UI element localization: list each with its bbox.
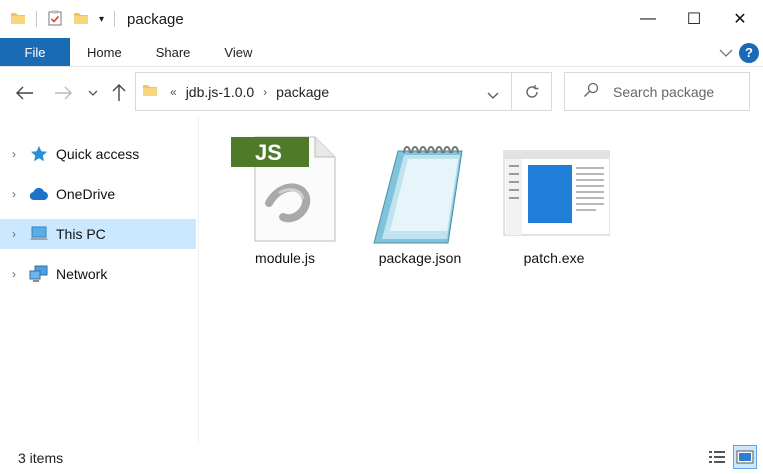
search-input[interactable]: [613, 83, 753, 100]
search-icon: [583, 82, 599, 101]
view-switcher: [705, 445, 757, 469]
tab-file[interactable]: File: [0, 38, 70, 66]
ribbon-tabs: File Home Share View ?: [0, 38, 763, 67]
chevron-down-icon: [88, 90, 98, 96]
large-icons-view-button[interactable]: [733, 445, 757, 469]
recent-locations-button[interactable]: [84, 80, 102, 106]
file-item[interactable]: package.json: [360, 130, 480, 275]
expand-ribbon-chevron-icon[interactable]: [719, 45, 733, 61]
file-item[interactable]: JS module.js: [225, 130, 345, 275]
breadcrumb-overflow[interactable]: «: [170, 85, 177, 99]
breadcrumb-item[interactable]: package: [276, 84, 329, 100]
toolbar-separator: [36, 11, 37, 27]
ribbon-right-controls: ?: [719, 38, 759, 67]
toolbar-separator: [114, 11, 116, 27]
search-box[interactable]: [564, 72, 753, 111]
address-bar[interactable]: « jdb.js-1.0.0 › package: [135, 72, 512, 111]
chevron-right-icon[interactable]: ›: [0, 227, 28, 241]
title-bar: ▾ package — ☐ ✕: [0, 0, 763, 38]
file-name: patch.exe: [523, 250, 585, 266]
file-name: package.json: [378, 250, 462, 266]
details-view-icon: [709, 451, 725, 463]
address-dropdown-icon[interactable]: [487, 87, 499, 103]
navigation-pane: › Quick access › OneDrive › This PC › Ne…: [0, 117, 199, 442]
refresh-icon: [525, 84, 538, 98]
nav-item-this-pc[interactable]: › This PC: [0, 219, 196, 249]
computer-icon: [28, 225, 50, 243]
breadcrumb-item[interactable]: jdb.js-1.0.0: [186, 84, 254, 100]
details-view-button[interactable]: [705, 445, 729, 469]
help-button[interactable]: ?: [739, 42, 759, 63]
close-button[interactable]: ✕: [717, 0, 763, 38]
network-icon: [28, 265, 50, 283]
chevron-right-icon[interactable]: ›: [0, 147, 28, 161]
up-arrow-icon: [112, 84, 126, 101]
forward-button[interactable]: [50, 80, 76, 106]
window-title: package: [127, 10, 184, 28]
nav-item-network[interactable]: › Network: [0, 259, 196, 289]
maximize-button[interactable]: ☐: [671, 0, 717, 38]
nav-item-onedrive[interactable]: › OneDrive: [0, 179, 196, 209]
forward-arrow-icon: [55, 86, 72, 100]
large-icons-view-icon: [736, 450, 754, 464]
folder-icon: [142, 83, 158, 100]
window-controls: — ☐ ✕: [625, 0, 763, 38]
back-button[interactable]: [12, 80, 38, 106]
tab-home[interactable]: Home: [70, 38, 139, 66]
properties-check-icon[interactable]: [47, 10, 63, 29]
file-item[interactable]: patch.exe: [494, 130, 614, 275]
exe-app-icon: [494, 130, 614, 248]
cloud-icon: [28, 185, 50, 203]
nav-item-label: Quick access: [56, 146, 140, 162]
nav-item-label: Network: [56, 266, 108, 282]
chevron-right-icon[interactable]: ›: [0, 187, 28, 201]
quick-access-toolbar: ▾: [10, 10, 121, 29]
customize-toolbar-dropdown-icon[interactable]: ▾: [99, 14, 104, 25]
notepad-icon: [360, 130, 480, 248]
new-folder-icon[interactable]: [73, 11, 89, 28]
back-arrow-icon: [16, 86, 33, 100]
nav-item-quick-access[interactable]: › Quick access: [0, 139, 196, 169]
nav-item-label: OneDrive: [56, 186, 116, 202]
star-icon: [28, 145, 50, 163]
item-count: 3 items: [18, 450, 64, 466]
folder-icon: [10, 11, 26, 28]
js-file-icon: JS: [225, 130, 345, 248]
status-bar: 3 items: [0, 442, 763, 474]
tab-share[interactable]: Share: [139, 38, 208, 66]
nav-item-label: This PC: [56, 226, 106, 242]
js-badge-text: JS: [255, 140, 282, 165]
up-button[interactable]: [108, 80, 130, 106]
minimize-button[interactable]: —: [625, 0, 671, 38]
breadcrumb-separator-icon[interactable]: ›: [263, 85, 267, 99]
tab-view[interactable]: View: [207, 38, 269, 66]
file-name: module.js: [255, 250, 315, 266]
refresh-button[interactable]: [512, 72, 552, 111]
chevron-right-icon[interactable]: ›: [0, 267, 28, 281]
